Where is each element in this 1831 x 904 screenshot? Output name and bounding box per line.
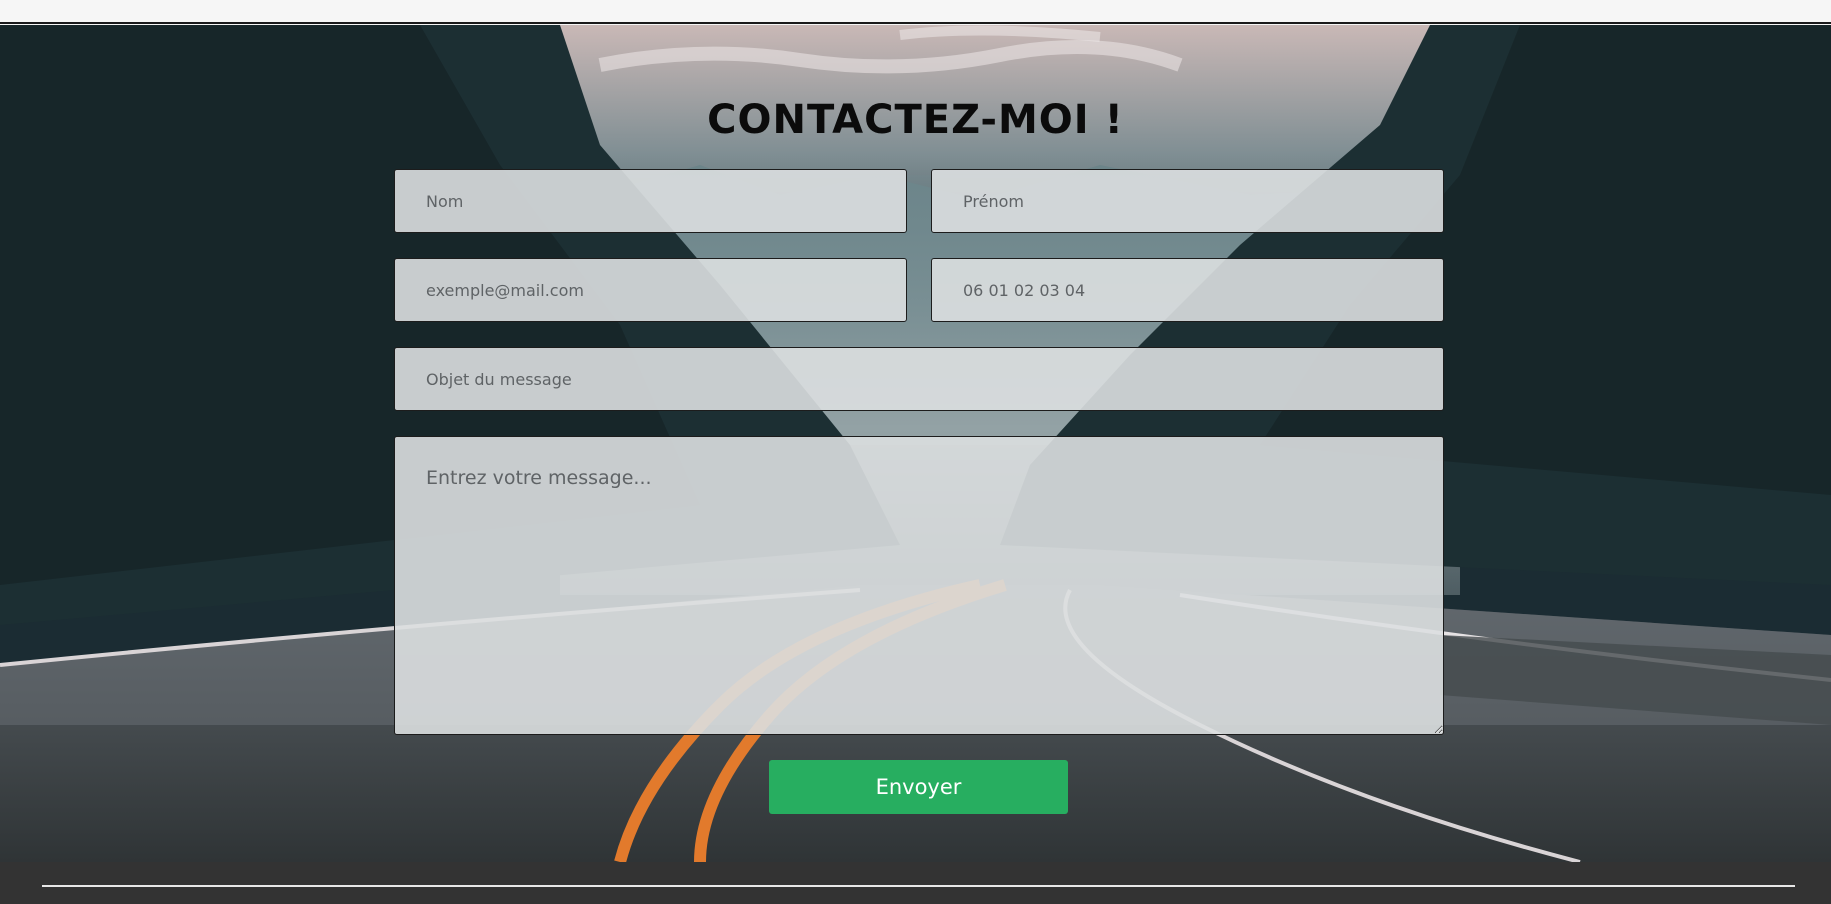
message-textarea[interactable] — [394, 436, 1444, 735]
subject-input[interactable] — [394, 347, 1444, 411]
email-input[interactable] — [394, 258, 907, 322]
footer — [0, 862, 1831, 904]
footer-divider — [42, 885, 1795, 887]
page-title: CONTACTEZ-MOI ! — [707, 97, 1124, 143]
phone-input[interactable] — [931, 258, 1444, 322]
first-name-input[interactable] — [931, 169, 1444, 233]
browser-top-bar — [0, 0, 1831, 24]
send-button[interactable]: Envoyer — [769, 760, 1068, 814]
last-name-input[interactable] — [394, 169, 907, 233]
